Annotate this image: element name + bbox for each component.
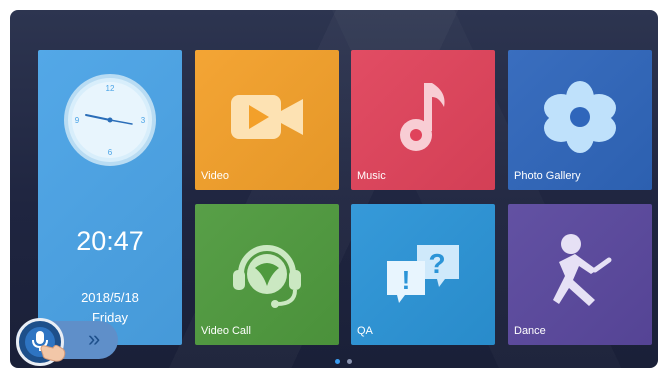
hand-pointer-icon bbox=[40, 344, 66, 362]
dial-3: 3 bbox=[141, 116, 146, 125]
home-screen: 12 3 6 9 20:47 2018/5/18 Friday Video Mu… bbox=[10, 10, 658, 368]
clock-date: 2018/5/18 bbox=[81, 290, 139, 305]
clock-time: 20:47 bbox=[76, 226, 144, 256]
music-note-icon bbox=[400, 83, 445, 152]
dance-tile[interactable]: Dance bbox=[508, 204, 652, 345]
voice-button[interactable] bbox=[16, 318, 66, 366]
dial-9: 9 bbox=[75, 116, 80, 125]
music-tile[interactable]: Music bbox=[351, 50, 495, 190]
page-indicator bbox=[335, 359, 352, 364]
analog-clock-icon: 12 3 6 9 bbox=[64, 74, 156, 166]
dancer-icon bbox=[553, 233, 612, 306]
video-label: Video bbox=[201, 170, 229, 182]
flower-icon bbox=[544, 81, 616, 154]
video-call-label: Video Call bbox=[201, 325, 251, 337]
clock-tile[interactable]: 12 3 6 9 20:47 2018/5/18 Friday bbox=[38, 50, 182, 345]
qa-tile[interactable]: ? ! QA bbox=[351, 204, 495, 345]
svg-text:!: ! bbox=[402, 265, 411, 295]
page-dot-1[interactable] bbox=[335, 359, 340, 364]
headset-icon bbox=[233, 244, 301, 308]
video-camera-icon bbox=[231, 95, 303, 140]
qa-label: QA bbox=[357, 325, 373, 337]
photo-gallery-label: Photo Gallery bbox=[514, 170, 581, 182]
photo-gallery-tile[interactable]: Photo Gallery bbox=[508, 50, 652, 190]
dial-6: 6 bbox=[108, 148, 113, 157]
dance-label: Dance bbox=[514, 325, 546, 337]
music-label: Music bbox=[357, 170, 386, 182]
video-call-tile[interactable]: Video Call bbox=[195, 204, 339, 345]
question-exclamation-bubbles-icon: ? ! bbox=[387, 244, 459, 303]
dial-12: 12 bbox=[106, 84, 115, 93]
expand-chevron-icon[interactable]: » bbox=[88, 326, 100, 352]
video-tile[interactable]: Video bbox=[195, 50, 339, 190]
svg-text:?: ? bbox=[428, 248, 445, 279]
page-dot-2[interactable] bbox=[347, 359, 352, 364]
